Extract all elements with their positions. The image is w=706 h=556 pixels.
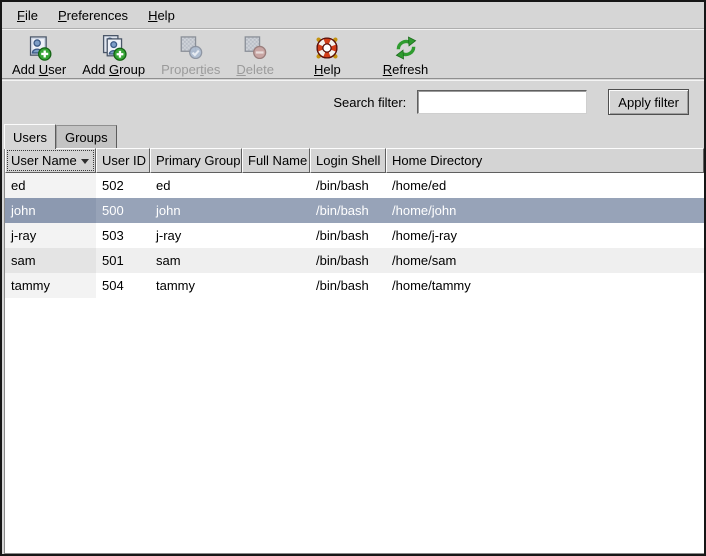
column-header-login-shell[interactable]: Login Shell <box>310 148 386 173</box>
tab-bar: Users Groups <box>4 122 117 148</box>
properties-label: Properties <box>161 62 220 77</box>
add-user-icon <box>26 35 52 61</box>
add-group-icon <box>101 35 127 61</box>
table-row-ed[interactable]: ed 502 ed /bin/bash /home/ed <box>5 173 704 198</box>
menu-help[interactable]: Help <box>138 4 185 27</box>
add-user-label: Add User <box>12 62 66 77</box>
table-row-sam[interactable]: sam 501 sam /bin/bash /home/sam <box>5 248 704 273</box>
table-row-tammy[interactable]: tammy 504 tammy /bin/bash /home/tammy <box>5 273 704 298</box>
help-icon <box>314 35 340 61</box>
refresh-button[interactable]: Refresh <box>375 32 437 79</box>
table-body: ed 502 ed /bin/bash /home/ed john 500 jo… <box>5 173 704 553</box>
refresh-label: Refresh <box>383 62 429 77</box>
menu-file[interactable]: File <box>7 4 48 27</box>
delete-button: Delete <box>228 32 282 79</box>
properties-button: Properties <box>153 32 228 79</box>
column-header-user-name[interactable]: User Name <box>5 148 96 173</box>
tab-users[interactable]: Users <box>4 124 56 149</box>
add-user-button[interactable]: Add User <box>4 32 74 79</box>
column-header-user-id[interactable]: User ID <box>96 148 150 173</box>
user-manager-window: File Preferences Help Add User <box>0 0 706 556</box>
menu-bar: File Preferences Help <box>2 2 704 29</box>
tab-groups[interactable]: Groups <box>56 125 117 148</box>
help-button[interactable]: Help <box>306 32 349 79</box>
properties-icon <box>178 35 204 61</box>
column-header-primary-group[interactable]: Primary Group <box>150 148 242 173</box>
toolbar: Add User Add Group <box>2 29 704 79</box>
sort-arrow-down-icon <box>81 159 89 164</box>
search-filter-input[interactable] <box>417 90 587 114</box>
search-filter-label: Search filter: <box>333 95 406 110</box>
menu-preferences[interactable]: Preferences <box>48 4 138 27</box>
table-row-john[interactable]: john 500 john /bin/bash /home/john <box>5 198 704 223</box>
users-table: User Name User ID Primary Group Full Nam… <box>4 148 705 554</box>
table-row-j-ray[interactable]: j-ray 503 j-ray /bin/bash /home/j-ray <box>5 223 704 248</box>
add-group-label: Add Group <box>82 62 145 77</box>
add-group-button[interactable]: Add Group <box>74 32 153 79</box>
column-header-full-name[interactable]: Full Name <box>242 148 310 173</box>
table-header-row: User Name User ID Primary Group Full Nam… <box>5 148 704 173</box>
apply-filter-button[interactable]: Apply filter <box>608 89 689 115</box>
help-label: Help <box>314 62 341 77</box>
delete-label: Delete <box>236 62 274 77</box>
column-header-home-directory[interactable]: Home Directory <box>386 148 704 173</box>
filter-bar: Search filter: Apply filter <box>2 80 704 123</box>
delete-icon <box>242 35 268 61</box>
refresh-icon <box>393 35 419 61</box>
